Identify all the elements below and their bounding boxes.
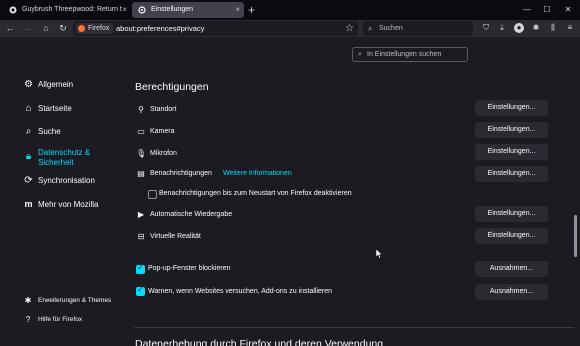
sidebar-footer-label: Hilfe für Firefox <box>38 316 83 323</box>
permission-label: Automatische Wiedergabe <box>150 211 233 218</box>
notification-icon: ▤ <box>137 169 145 178</box>
block-popups-label[interactable]: Pop-up-Fenster blockieren <box>148 263 231 275</box>
warn-addons-label[interactable]: Warnen, wenn Websites versuchen, Add-ons… <box>148 286 332 298</box>
addon-exceptions-button[interactable]: Ausnahmen... <box>475 284 548 300</box>
warn-addons-checkbox[interactable] <box>136 285 145 296</box>
permission-label: Virtuelle Realität <box>150 233 201 240</box>
search-placeholder: Suchen <box>379 25 403 32</box>
menu-icon[interactable]: ≡ <box>565 23 575 33</box>
permission-label: Standort <box>150 106 177 113</box>
block-popups-checkbox[interactable] <box>136 263 145 274</box>
home-icon: ⌂ <box>25 103 32 114</box>
tab-title: Guybrush Threepwood: Return t <box>22 6 122 13</box>
account-icon[interactable]: ● <box>514 23 524 33</box>
lock-icon: 🔒︎ <box>25 151 32 162</box>
back-button[interactable]: ← <box>4 20 16 37</box>
help-icon: ? <box>25 315 31 324</box>
maximize-button[interactable]: ☐ <box>538 0 556 20</box>
tab-title: Einstellungen <box>151 6 194 13</box>
mozilla-icon: m <box>24 199 33 209</box>
sidebar-item-label: Suche <box>38 127 61 136</box>
tab-strip: Guybrush Threepwood: Return t × Einstell… <box>0 0 580 20</box>
pause-notifications-label[interactable]: Benachrichtigungen bis zum Neustart von … <box>159 188 352 200</box>
minimize-button[interactable]: — <box>518 0 536 20</box>
tab-einstellungen[interactable]: Einstellungen × <box>132 2 244 18</box>
new-tab-button[interactable]: + <box>248 1 255 19</box>
extension-icon[interactable]: ✱ <box>531 23 541 33</box>
puzzle-icon: ✱ <box>24 296 32 305</box>
sidebar-item-label: Synchronisation <box>38 176 95 185</box>
bookmark-star-icon[interactable]: ☆ <box>345 20 354 37</box>
sync-icon: ⟳ <box>24 175 33 186</box>
search-icon: ⌕ <box>368 24 373 33</box>
settings-button-standort[interactable]: Einstellungen... <box>475 100 548 116</box>
sidebar-item-label: Datenschutz & <box>38 148 91 157</box>
sidebar-item-label: Mehr von Mozilla <box>38 200 99 209</box>
settings-button-autoplay[interactable]: Einstellungen... <box>475 206 548 222</box>
search-bar[interactable]: ⌕ Suchen <box>363 21 473 36</box>
section-divider <box>134 327 574 328</box>
find-in-settings-input[interactable]: ⌕ In Einstellungen suchen <box>352 47 468 62</box>
popup-exceptions-button[interactable]: Ausnahmen... <box>475 261 548 277</box>
navigation-toolbar: ← → ⌂ ↻ Firefox about:preferences#privac… <box>0 20 580 37</box>
settings-button-benachrichtigungen[interactable]: Einstellungen... <box>475 166 548 182</box>
settings-button-mikrofon[interactable]: Einstellungen... <box>475 144 548 160</box>
firefox-logo-icon <box>78 25 85 32</box>
find-placeholder: In Einstellungen suchen <box>367 51 442 58</box>
sidebar-item-label: Startseite <box>38 104 72 113</box>
permission-label: Benachrichtigungen <box>150 170 212 177</box>
section-title-datenerhebung: Datenerhebung durch Firefox und deren Ve… <box>135 338 384 346</box>
gear-icon: ⚙ <box>24 79 33 90</box>
settings-button-kamera[interactable]: Einstellungen... <box>475 122 548 138</box>
preferences-content: ⌕ In Einstellungen suchen ⚙ Allgemein ⌂ … <box>0 37 580 346</box>
permission-label: Kamera <box>150 128 175 135</box>
close-tab-icon[interactable]: × <box>235 2 240 18</box>
home-button[interactable]: ⌂ <box>40 20 52 37</box>
permission-label: Mikrofon <box>150 150 177 157</box>
autoplay-icon: ▶ <box>137 210 145 219</box>
pocket-icon[interactable]: ⛉ <box>481 23 491 33</box>
close-window-button[interactable]: ✕ <box>559 0 577 20</box>
close-tab-icon[interactable]: × <box>122 2 127 18</box>
vr-headset-icon: ⊟ <box>137 232 145 241</box>
search-icon: ⌕ <box>25 126 32 137</box>
library-icon[interactable]: ⫼ <box>548 23 558 33</box>
url-bar[interactable]: Firefox about:preferences#privacy <box>73 21 358 36</box>
gear-favicon-icon <box>138 6 146 14</box>
sidebar-footer-label: Erweiterungen & Themes <box>38 297 112 304</box>
identity-label: Firefox <box>88 25 110 32</box>
url-text[interactable]: about:preferences#privacy <box>116 21 204 36</box>
sidebar-item-label-line2: Sicherheit <box>38 158 74 167</box>
reload-button[interactable]: ↻ <box>57 20 69 37</box>
settings-button-vr[interactable]: Einstellungen... <box>475 228 548 244</box>
forward-button[interactable]: → <box>22 20 34 37</box>
downloads-icon[interactable]: ⤓ <box>497 23 507 33</box>
page-favicon-icon <box>9 6 17 14</box>
section-title-berechtigungen: Berechtigungen <box>135 81 209 93</box>
location-pin-icon: ⚲ <box>138 105 144 114</box>
scrollbar-thumb[interactable] <box>574 215 577 257</box>
tab-guybrush[interactable]: Guybrush Threepwood: Return t × <box>3 2 131 18</box>
camera-icon: ▭ <box>137 127 145 136</box>
identity-chip[interactable]: Firefox <box>76 23 114 34</box>
pause-notifications-checkbox[interactable] <box>148 190 157 199</box>
search-icon: ⌕ <box>358 51 362 58</box>
learn-more-link[interactable]: Weitere Informationen <box>223 168 292 180</box>
microphone-icon: 🎙︎ <box>136 149 147 158</box>
sidebar-item-label: Allgemein <box>38 80 74 89</box>
